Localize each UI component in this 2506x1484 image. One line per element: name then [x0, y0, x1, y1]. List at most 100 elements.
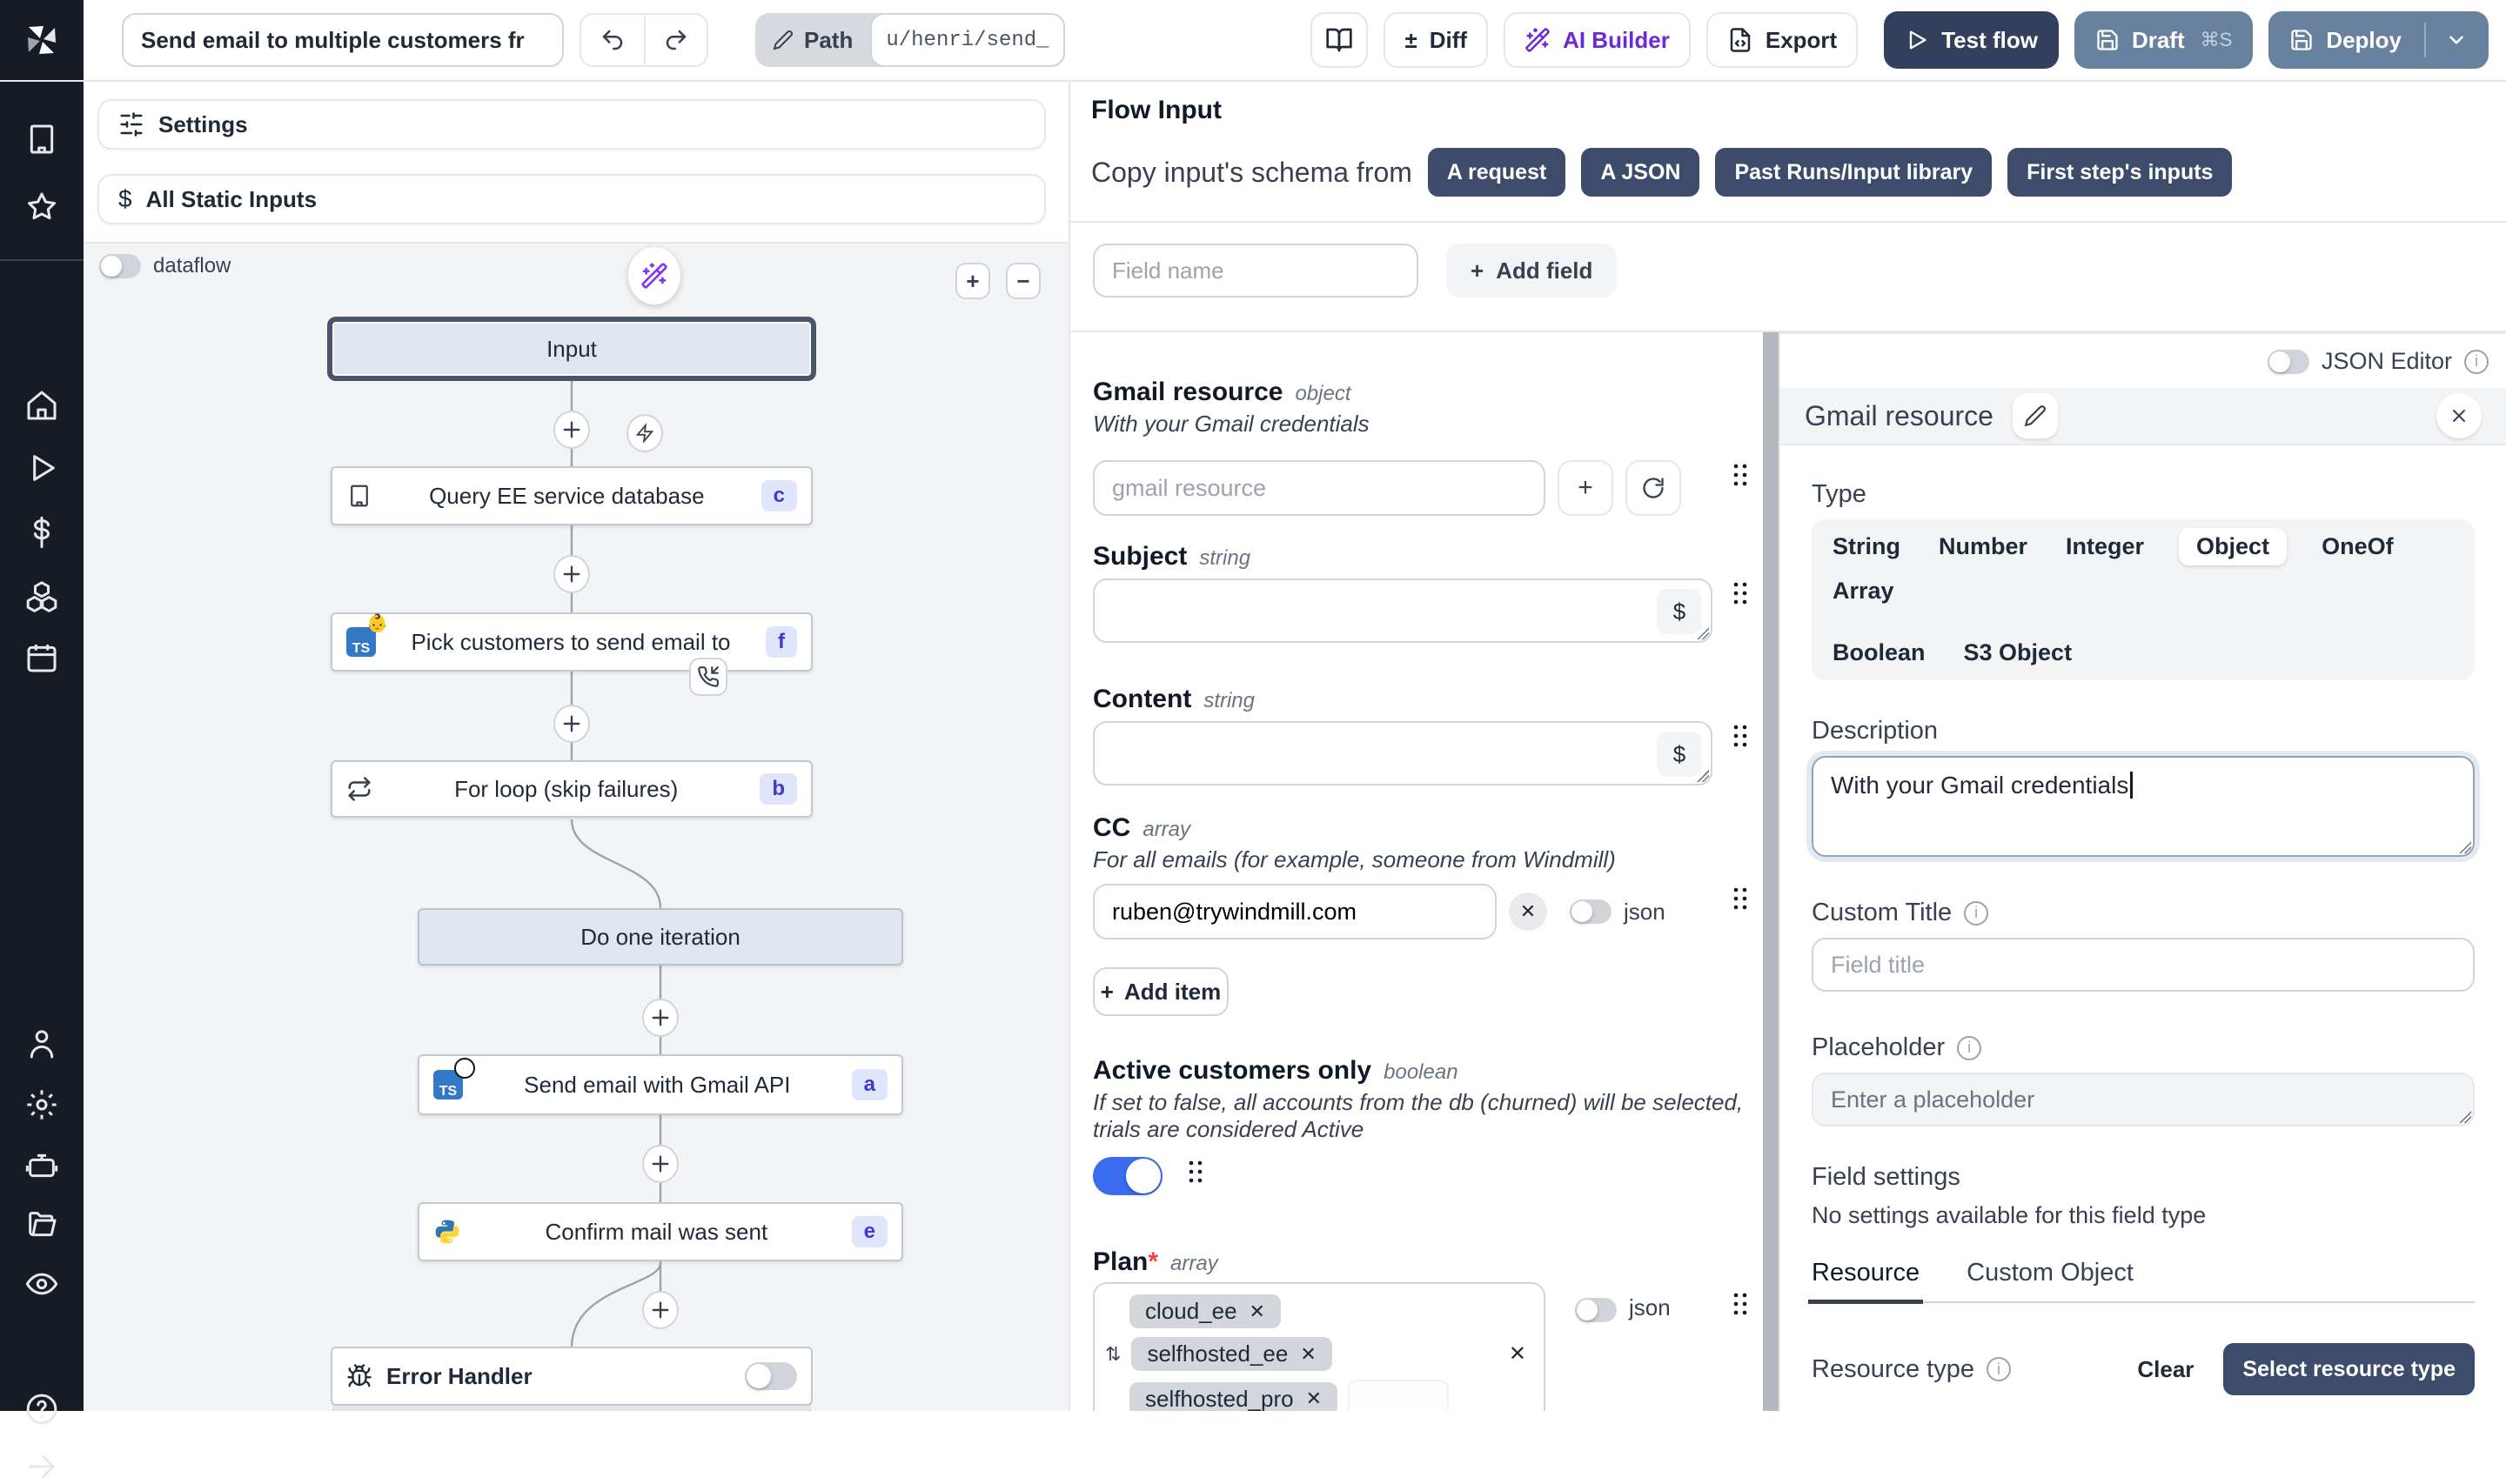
help-icon[interactable]: [24, 1392, 59, 1427]
windmill-logo[interactable]: [0, 0, 84, 80]
path-input[interactable]: [870, 13, 1065, 67]
folders-icon[interactable]: [24, 1207, 59, 1242]
add-item-button[interactable]: + Add item: [1093, 967, 1229, 1016]
active-customers-toggle[interactable]: [1093, 1157, 1163, 1195]
add-step-button[interactable]: [553, 411, 590, 449]
clear-tags-icon[interactable]: ✕: [1509, 1341, 1526, 1367]
edit-title-button[interactable]: [2013, 393, 2058, 438]
home-icon[interactable]: [24, 388, 59, 423]
collapse-arrow-right-icon[interactable]: [24, 1449, 59, 1484]
copy-from-past-runs-button[interactable]: Past Runs/Input library: [1715, 148, 1992, 197]
custom-title-input[interactable]: [1812, 938, 2475, 992]
remove-tag-icon[interactable]: ✕: [1306, 1387, 1322, 1410]
flow-title-input[interactable]: [122, 13, 564, 67]
resize-handle[interactable]: [1697, 627, 1709, 639]
json-editor-toggle[interactable]: [2268, 350, 2309, 374]
type-option-object-selected[interactable]: Object: [2179, 528, 2287, 565]
type-option-array[interactable]: Array: [1833, 578, 1894, 605]
remove-tag-icon[interactable]: ✕: [1300, 1343, 1316, 1366]
type-option-number[interactable]: Number: [1939, 533, 2027, 560]
undo-button[interactable]: [581, 15, 644, 65]
close-editor-button[interactable]: [2436, 393, 2482, 438]
copy-from-json-button[interactable]: A JSON: [1581, 148, 1699, 197]
all-static-inputs-button[interactable]: $ All Static Inputs: [97, 174, 1046, 224]
refresh-resource-button[interactable]: [1625, 460, 1681, 516]
drag-handle[interactable]: [1732, 884, 1747, 910]
template-dollar-button[interactable]: $: [1657, 732, 1702, 777]
ai-builder-button[interactable]: AI Builder: [1504, 12, 1691, 68]
flow-node-confirm[interactable]: Confirm mail was sent e: [418, 1202, 903, 1261]
redo-button[interactable]: [644, 15, 707, 65]
select-resource-type-button[interactable]: Select resource type: [2223, 1343, 2475, 1395]
template-dollar-button[interactable]: $: [1657, 589, 1702, 634]
cc-item-input[interactable]: [1093, 884, 1497, 939]
clear-resource-button[interactable]: Clear: [2137, 1356, 2194, 1383]
phone-incoming-icon[interactable]: [689, 658, 727, 696]
type-option-string[interactable]: String: [1833, 533, 1900, 560]
resources-boxes-icon[interactable]: [24, 578, 59, 612]
add-step-button[interactable]: [553, 705, 590, 743]
dataflow-toggle[interactable]: [99, 254, 141, 278]
copy-from-request-button[interactable]: A request: [1428, 148, 1565, 197]
type-option-boolean[interactable]: Boolean: [1833, 639, 1926, 666]
settings-gear-icon[interactable]: [24, 1087, 59, 1122]
flow-node-forloop[interactable]: For loop (skip failures) b: [331, 760, 813, 818]
favorites-star-icon[interactable]: [24, 190, 59, 224]
variables-dollar-icon[interactable]: [24, 515, 59, 550]
workspace-building-icon[interactable]: [24, 122, 59, 157]
description-textarea[interactable]: With your Gmail credentials: [1812, 756, 2475, 857]
copy-from-first-step-button[interactable]: First step's inputs: [2007, 148, 2232, 197]
deploy-button[interactable]: Deploy: [2268, 11, 2489, 69]
add-resource-button[interactable]: +: [1558, 460, 1613, 516]
placeholder-textarea[interactable]: Enter a placeholder: [1812, 1073, 2475, 1126]
flow-node-error-handler[interactable]: Error Handler: [331, 1347, 813, 1406]
flow-node-iteration[interactable]: Do one iteration: [418, 908, 903, 966]
tab-resource[interactable]: Resource: [1812, 1259, 1920, 1287]
resize-handle[interactable]: [2459, 1111, 2471, 1123]
add-step-button[interactable]: [642, 999, 679, 1037]
flow-settings-button[interactable]: Settings: [97, 99, 1046, 150]
drag-handle[interactable]: [1732, 721, 1747, 747]
add-step-button[interactable]: [642, 1145, 679, 1183]
plan-tags-box[interactable]: cloud_ee✕ ⇅ selfhosted_ee✕ ✕ selfhosted_…: [1093, 1282, 1545, 1411]
form-scrollbar[interactable]: [1763, 332, 1779, 1411]
flow-node-query[interactable]: Query EE service database c: [331, 466, 813, 525]
add-trigger-zap-button[interactable]: [626, 414, 663, 452]
cc-json-toggle[interactable]: [1570, 899, 1611, 924]
remove-item-button[interactable]: ✕: [1509, 892, 1547, 931]
draft-button[interactable]: Draft ⌘S: [2074, 11, 2253, 69]
tab-custom-object[interactable]: Custom Object: [1967, 1259, 2134, 1287]
zoom-in-button[interactable]: +: [955, 263, 990, 299]
field-name-input[interactable]: [1093, 244, 1418, 297]
flow-node-input[interactable]: Input: [327, 317, 816, 381]
flow-node-pick-customers[interactable]: TS👶 Pick customers to send email to f: [331, 612, 813, 672]
add-field-button[interactable]: + Add field: [1446, 244, 1617, 297]
test-flow-button[interactable]: Test flow: [1884, 11, 2059, 69]
subject-textarea[interactable]: $: [1093, 578, 1712, 643]
drag-handle[interactable]: [1187, 1157, 1203, 1183]
sort-handle-icon[interactable]: ⇅: [1105, 1343, 1121, 1366]
chevron-down-icon[interactable]: [2445, 29, 2468, 51]
schedules-calendar-icon[interactable]: [24, 640, 59, 675]
ai-flow-wand-button[interactable]: [628, 247, 680, 304]
new-tag-input[interactable]: [1348, 1380, 1449, 1411]
drag-handle[interactable]: [1732, 578, 1747, 605]
plan-json-toggle[interactable]: [1575, 1298, 1617, 1322]
audit-eye-icon[interactable]: [24, 1267, 59, 1301]
remove-tag-icon[interactable]: ✕: [1250, 1300, 1265, 1323]
flow-node-send-email[interactable]: TS✉ Send email with Gmail API a: [418, 1054, 903, 1115]
error-handler-toggle[interactable]: [745, 1362, 797, 1390]
type-option-integer[interactable]: Integer: [2066, 533, 2144, 560]
gmail-resource-input[interactable]: [1093, 460, 1545, 516]
runs-play-icon[interactable]: [24, 451, 59, 485]
content-textarea[interactable]: $: [1093, 721, 1712, 785]
workers-bot-icon[interactable]: [24, 1148, 59, 1183]
resize-handle[interactable]: [2459, 841, 2471, 853]
type-option-oneof[interactable]: OneOf: [2322, 533, 2394, 560]
resize-handle[interactable]: [1697, 770, 1709, 782]
drag-handle[interactable]: [1732, 1289, 1747, 1315]
add-step-button[interactable]: [642, 1291, 679, 1329]
export-button[interactable]: Export: [1706, 12, 1858, 68]
diff-button[interactable]: ± Diff: [1384, 12, 1488, 68]
docs-button[interactable]: [1310, 12, 1368, 68]
